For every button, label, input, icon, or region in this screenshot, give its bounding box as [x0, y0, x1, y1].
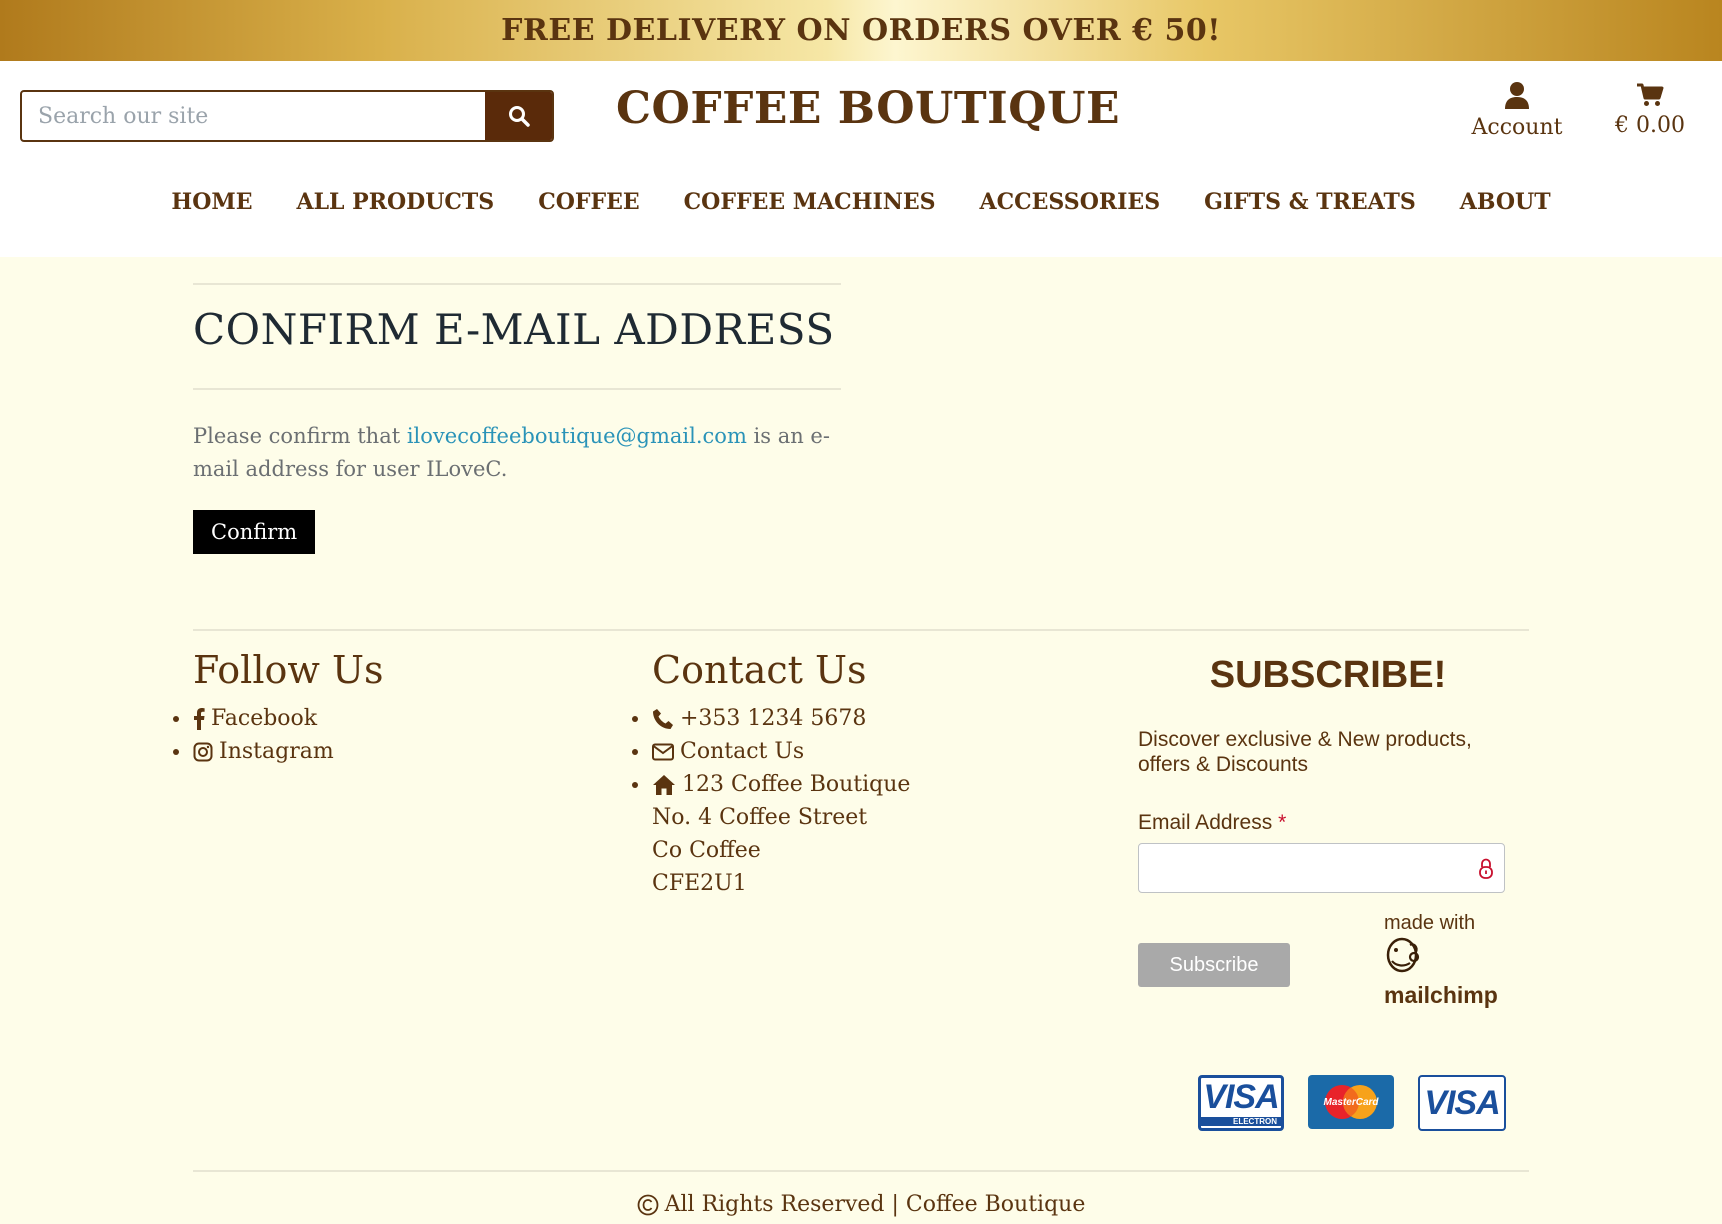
made-with-label: made with [1384, 912, 1476, 934]
email-label-text: Email Address [1138, 811, 1279, 834]
envelope-icon [652, 743, 674, 760]
search-form [20, 90, 554, 142]
copyright: All Rights Reserved | Coffee Boutique [0, 1192, 1722, 1217]
confirm-message: Please confirm that ilovecoffeeboutique@… [193, 420, 841, 486]
search-button[interactable] [485, 92, 552, 140]
address-line: 123 Coffee Boutique [631, 768, 911, 801]
email-label: Email Address * [1138, 811, 1518, 835]
nav-item-coffee-machines[interactable]: COFFEE MACHINES [684, 189, 936, 215]
nav-item-accessories[interactable]: ACCESSORIES [980, 189, 1161, 215]
confirm-message-prefix: Please confirm that [193, 424, 407, 448]
main-nav: HOME ALL PRODUCTS COFFEE COFFEE MACHINES… [0, 189, 1722, 215]
payment-methods: VISA ELECTRON MasterCard VISA [1198, 1075, 1506, 1131]
facebook-link[interactable]: Facebook [172, 702, 383, 735]
subscribe-heading: SUBSCRIBE! [1209, 654, 1447, 696]
search-input[interactable] [22, 92, 485, 140]
subscribe-email-field[interactable] [1138, 843, 1505, 893]
visa-electron-card: VISA ELECTRON [1198, 1075, 1284, 1131]
subscribe-section: SUBSCRIBE! Discover exclusive & New prod… [1138, 648, 1518, 1008]
visa-electron-label: VISA [1203, 1077, 1279, 1116]
site-header: COFFEE BOUTIQUE Account € 0.00 HOME ALL … [0, 61, 1722, 257]
nav-item-about[interactable]: ABOUT [1460, 189, 1551, 215]
account-link[interactable]: Account [1470, 81, 1564, 140]
promo-banner-text: FREE DELIVERY ON ORDERS OVER € 50! [501, 13, 1221, 48]
divider [193, 388, 841, 390]
follow-us-heading: Follow Us [193, 648, 384, 692]
page-title: CONFIRM E-MAIL ADDRESS [193, 305, 835, 354]
instagram-label: Instagram [219, 739, 334, 764]
home-icon [653, 774, 675, 795]
visa-card: VISA [1418, 1075, 1506, 1131]
mailchimp-icon [1386, 937, 1420, 973]
confirm-email-section: CONFIRM E-MAIL ADDRESS Please confirm th… [193, 283, 841, 554]
follow-us-section: Follow Us Facebook Instagram [172, 648, 384, 768]
cart-total: € 0.00 [1615, 113, 1685, 138]
user-icon [1505, 82, 1529, 109]
instagram-icon [193, 742, 213, 761]
facebook-icon [194, 707, 205, 730]
divider [193, 283, 841, 285]
address-line: Co Coffee [652, 838, 761, 863]
contact-list: +353 1234 5678 Contact Us 123 Coffee Bou… [631, 702, 911, 900]
address-line: No. 4 Coffee Street [652, 805, 868, 830]
address-line-1: 123 Coffee Boutique [682, 772, 911, 797]
password-manager-icon [1479, 858, 1493, 879]
site-logo[interactable]: COFFEE BOUTIQUE [616, 83, 1120, 134]
contact-link-label: Contact Us [680, 739, 805, 764]
footer-divider [193, 629, 1529, 631]
contact-us-section: Contact Us +353 1234 5678 Contact Us 123… [631, 648, 911, 900]
instagram-link[interactable]: Instagram [172, 735, 383, 768]
facebook-label: Facebook [211, 706, 318, 731]
nav-item-gifts-treats[interactable]: GIFTS & TREATS [1204, 189, 1416, 215]
email-link[interactable]: ilovecoffeeboutique@gmail.com [407, 424, 747, 448]
address-line: CFE2U1 [652, 871, 747, 896]
visa-label: VISA [1424, 1083, 1500, 1122]
promo-banner: FREE DELIVERY ON ORDERS OVER € 50! [0, 0, 1722, 61]
mailchimp-badge[interactable]: made with mailchimp [1384, 912, 1498, 1009]
copyright-icon [637, 1194, 659, 1215]
nav-item-home[interactable]: HOME [171, 189, 252, 215]
subscribe-description: Discover exclusive & New products, offer… [1138, 728, 1472, 776]
mastercard-card: MasterCard [1308, 1075, 1394, 1129]
search-icon [508, 106, 530, 127]
nav-item-coffee[interactable]: COFFEE [538, 189, 639, 215]
phone-icon [653, 708, 673, 729]
nav-item-all-products[interactable]: ALL PRODUCTS [297, 189, 495, 215]
contact-link[interactable]: Contact Us [631, 735, 910, 768]
copyright-divider [193, 1170, 1529, 1172]
required-mark: * [1278, 811, 1287, 834]
copyright-text: All Rights Reserved | Coffee Boutique [664, 1192, 1086, 1217]
account-label: Account [1471, 115, 1563, 140]
phone-item[interactable]: +353 1234 5678 [631, 702, 910, 735]
confirm-button[interactable]: Confirm [193, 510, 316, 554]
cart-link[interactable]: € 0.00 [1612, 83, 1688, 138]
mailchimp-label: mailchimp [1384, 982, 1498, 1008]
contact-us-heading: Contact Us [652, 648, 867, 692]
phone-number: +353 1234 5678 [680, 706, 867, 731]
electron-label: ELECTRON [1201, 1116, 1281, 1126]
cart-icon [1637, 83, 1664, 106]
subscribe-button[interactable]: Subscribe [1138, 943, 1290, 987]
social-links: Facebook Instagram [172, 702, 383, 768]
mastercard-label: MasterCard [1323, 1096, 1379, 1108]
